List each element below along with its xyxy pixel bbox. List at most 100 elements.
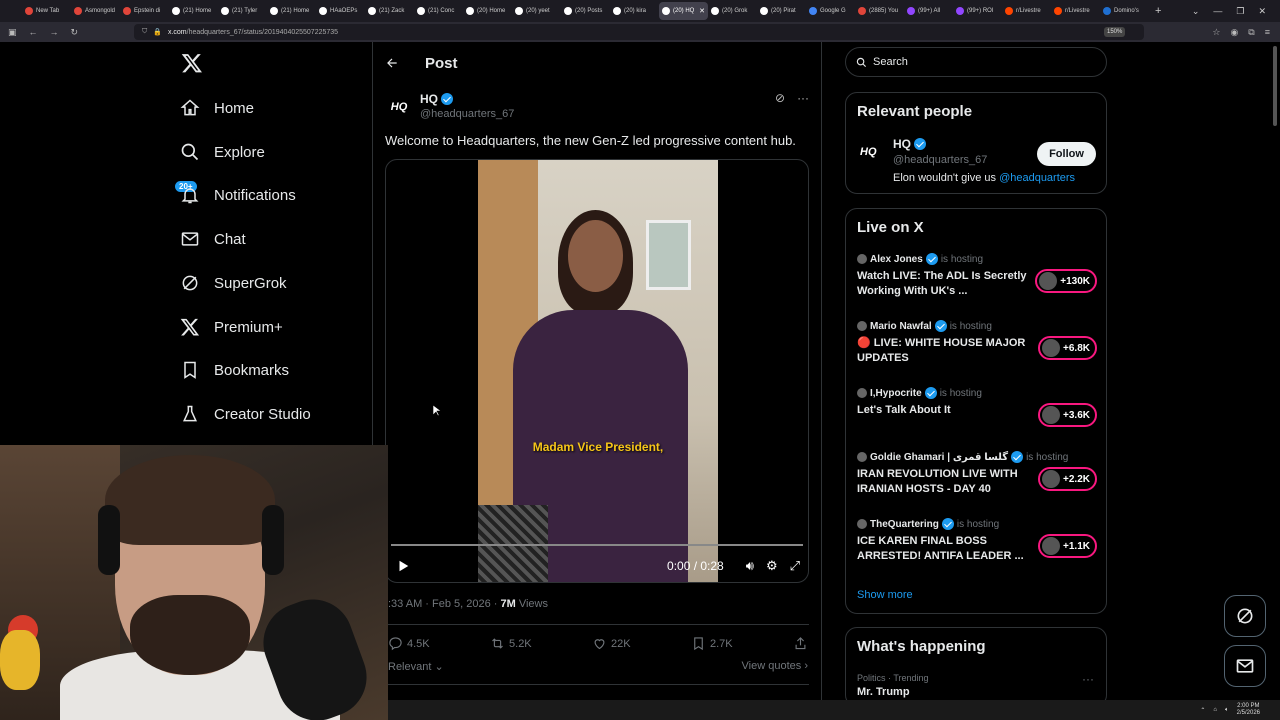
tab-close-icon[interactable]: ✕ xyxy=(699,7,705,15)
browser-tab[interactable]: Epstein di xyxy=(120,2,169,20)
live-host-name[interactable]: TheQuartering xyxy=(870,519,939,530)
post-time[interactable]: :33 AM · Feb 5, 2026 · xyxy=(388,598,501,610)
fullscreen-icon[interactable]: ⤢ xyxy=(790,558,800,574)
browser-tab[interactable]: (21) Home xyxy=(267,2,316,20)
live-host-name[interactable]: I,Hypocrite xyxy=(870,388,922,399)
new-tab-button[interactable]: + xyxy=(1155,5,1161,17)
reply-button[interactable]: 4.5K xyxy=(388,636,430,651)
browser-tab[interactable]: (20) Posts xyxy=(561,2,610,20)
back-icon[interactable]: ← xyxy=(29,27,38,37)
live-item[interactable]: I,Hypocrite is hosting Let's Talk About It… xyxy=(857,387,1097,427)
sort-dropdown[interactable]: Relevant ⌄ xyxy=(388,660,444,673)
browser-tab[interactable]: (99+) All xyxy=(904,2,953,20)
nav-item-notifications[interactable]: Notifications xyxy=(180,181,296,209)
live-listener-badge[interactable]: +2.2K xyxy=(1038,467,1097,491)
network-icon[interactable]: ⌂ xyxy=(1213,707,1217,713)
nav-item-home[interactable]: Home xyxy=(180,94,254,122)
browser-tab[interactable]: Asmongold xyxy=(71,2,120,20)
repost-button[interactable]: 5.2K xyxy=(490,636,532,651)
browser-tab[interactable]: (21) Home xyxy=(169,2,218,20)
live-listener-badge[interactable]: +3.6K xyxy=(1038,403,1097,427)
relevant-person-handle[interactable]: @headquarters_67 xyxy=(893,154,987,166)
live-item[interactable]: Goldie Ghamari | گلسا قمری is hosting IRAN… xyxy=(857,451,1097,497)
author-handle[interactable]: @headquarters_67 xyxy=(420,108,514,120)
author-avatar[interactable]: HQ xyxy=(385,93,413,121)
scrollbar-thumb[interactable] xyxy=(1273,46,1277,126)
speaker-icon[interactable]: 🔈︎ xyxy=(1225,707,1229,714)
live-host-name[interactable]: Mario Nawfal xyxy=(870,321,932,332)
minimize-icon[interactable]: — xyxy=(1213,6,1222,16)
x-logo-icon[interactable] xyxy=(181,52,203,74)
view-quotes-link[interactable]: View quotes › xyxy=(742,660,808,673)
forward-icon[interactable]: → xyxy=(50,27,59,37)
browser-tab[interactable]: (20) Grok xyxy=(708,2,757,20)
menu-icon[interactable]: ≡ xyxy=(1265,27,1270,37)
live-host-name[interactable]: Alex Jones xyxy=(870,254,923,265)
sidebar-toggle-icon[interactable]: ▣ xyxy=(8,27,17,38)
browser-tab[interactable]: (20) Pirat xyxy=(757,2,806,20)
nav-item-chat[interactable]: Chat xyxy=(180,225,246,253)
browser-tab[interactable]: Domino's xyxy=(1100,2,1149,20)
nav-item-explore[interactable]: Explore xyxy=(180,138,265,166)
browser-tab[interactable]: (20) HQ ✕ xyxy=(659,2,708,20)
nav-item-bookmarks[interactable]: Bookmarks xyxy=(180,356,289,384)
reload-icon[interactable]: ↻ xyxy=(71,27,79,38)
relevant-person-name[interactable]: HQ xyxy=(893,137,926,151)
more-options-icon[interactable]: ··· xyxy=(797,91,809,105)
grok-fab[interactable] xyxy=(1224,595,1266,637)
back-arrow-icon[interactable] xyxy=(385,56,399,70)
messages-fab[interactable] xyxy=(1224,645,1266,687)
live-listener-badge[interactable]: +1.1K xyxy=(1038,534,1097,558)
extensions-icon[interactable]: ⧉ xyxy=(1248,27,1254,38)
live-listener-badge[interactable]: +6.8K xyxy=(1038,336,1097,360)
browser-tab[interactable]: (20) Home xyxy=(463,2,512,20)
grok-icon[interactable]: ⊘ xyxy=(775,91,785,105)
browser-tab[interactable]: HAaOEPs xyxy=(316,2,365,20)
search-input[interactable]: Search xyxy=(845,47,1107,77)
live-item[interactable]: Mario Nawfal is hosting 🔴 LIVE: WHITE HOUS… xyxy=(857,320,1097,366)
relevant-person-avatar[interactable]: HQ xyxy=(860,146,877,158)
video-progress-bar[interactable] xyxy=(391,544,803,546)
nav-item-creator-studio[interactable]: Creator Studio xyxy=(180,400,311,428)
browser-tab[interactable]: (99+) ROI xyxy=(953,2,1002,20)
live-host-name[interactable]: Goldie Ghamari | گلسا قمری xyxy=(870,452,1008,463)
zoom-level-badge[interactable]: 150% xyxy=(1104,27,1126,37)
trend-more-icon[interactable]: ··· xyxy=(1082,672,1094,686)
volume-icon[interactable]: 🔊︎ xyxy=(746,558,754,574)
browser-tab[interactable]: (20) kira xyxy=(610,2,659,20)
bookmark-star-icon[interactable]: ☆ xyxy=(1212,27,1220,38)
close-window-icon[interactable]: ✕ xyxy=(1258,6,1266,17)
tab-list-icon[interactable]: ⌄ xyxy=(1192,6,1200,17)
browser-tab[interactable]: (21) Conc xyxy=(414,2,463,20)
system-clock[interactable]: 2:00 PM 2/5/2026 xyxy=(1237,703,1260,717)
live-listener-badge[interactable]: +130K xyxy=(1035,269,1097,293)
browser-tab[interactable]: r/Livestre xyxy=(1051,2,1100,20)
live-item[interactable]: TheQuartering is hosting ICE KAREN FINAL B… xyxy=(857,518,1097,564)
live-item[interactable]: Alex Jones is hosting Watch LIVE: The ADL … xyxy=(857,253,1097,299)
bio-mention-link[interactable]: @headquarters xyxy=(999,172,1075,184)
account-icon[interactable]: ◉ xyxy=(1230,27,1238,38)
maximize-icon[interactable]: ❐ xyxy=(1236,6,1244,17)
like-button[interactable]: 22K xyxy=(592,636,631,651)
browser-tab[interactable]: (2885) You xyxy=(855,2,904,20)
author-name[interactable]: HQ xyxy=(420,92,453,106)
browser-tab[interactable]: (21) Tyler xyxy=(218,2,267,20)
trend-name[interactable]: Mr. Trump xyxy=(857,686,910,698)
page-scrollbar[interactable] xyxy=(1273,42,1278,700)
show-more-link[interactable]: Show more xyxy=(857,589,913,601)
browser-tab[interactable]: Google G xyxy=(806,2,855,20)
play-icon[interactable] xyxy=(396,559,410,573)
bookmark-button[interactable]: 2.7K xyxy=(691,636,733,651)
settings-icon[interactable]: ⚙ xyxy=(766,558,778,574)
follow-button[interactable]: Follow xyxy=(1037,142,1096,166)
share-button[interactable] xyxy=(793,636,808,651)
video-player[interactable]: Madam Vice President, 0:00 / 0:28 🔊︎ ⚙ ⤢ xyxy=(385,159,809,583)
tray-chevron-icon[interactable]: ⌃ xyxy=(1200,707,1205,714)
browser-tab[interactable]: New Tab xyxy=(22,2,71,20)
nav-item-premium[interactable]: Premium+ xyxy=(180,313,283,341)
nav-item-supergrok[interactable]: SuperGrok xyxy=(180,269,287,297)
browser-tab[interactable]: r/Livestre xyxy=(1002,2,1051,20)
browser-tab[interactable]: (21) Zack xyxy=(365,2,414,20)
address-bar[interactable]: ⛉ 🔒 x.com/headquarters_67/status/2019404… xyxy=(134,24,1144,40)
browser-tab[interactable]: (20) yeet xyxy=(512,2,561,20)
